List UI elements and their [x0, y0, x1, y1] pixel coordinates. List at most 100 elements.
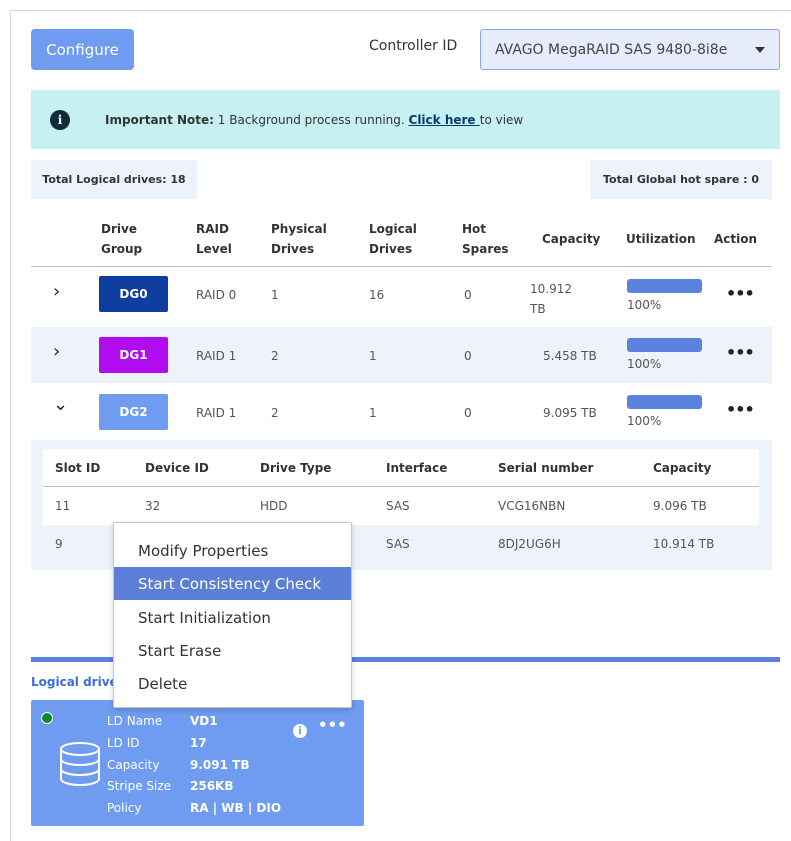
hot-spares: 0 [464, 288, 472, 302]
header-interface: Interface [386, 461, 448, 475]
ld-capacity-label: Capacity [107, 758, 160, 772]
configure-button[interactable]: Configure [31, 29, 134, 70]
serial-number: VCG16NBN [498, 499, 566, 513]
table-row: ⌄ DG2 RAID 1 2 1 0 9.095 TB 100% ••• [31, 384, 772, 440]
total-logical-drives: Total Logical drives: 18 [31, 160, 197, 199]
more-options-icon[interactable]: ••• [318, 716, 347, 734]
logical-drives-section-label: Logical drive [31, 675, 118, 689]
note-prefix: Important Note: [105, 112, 214, 127]
header-slot-id: Slot ID [55, 461, 101, 475]
logical-drive-card[interactable]: LD Name VD1 LD ID 17 Capacity 9.091 TB S… [31, 700, 364, 826]
database-icon [60, 742, 100, 787]
important-note-banner: i Important Note: 1 Background process r… [31, 90, 780, 149]
ld-name-value: VD1 [190, 714, 218, 728]
logical-drives: 16 [369, 288, 385, 302]
header-logical-drives: Logical Drives [369, 219, 417, 259]
capacity: 10.914 TB [653, 537, 715, 551]
info-icon: i [50, 109, 70, 130]
drive-group-badge[interactable]: DG1 [99, 337, 168, 373]
capacity: 9.095 TB [543, 406, 597, 420]
chevron-down-icon[interactable]: ⌄ [53, 394, 68, 415]
sub-table-header: Slot ID Device ID Drive Type Interface S… [43, 449, 759, 487]
chevron-right-icon[interactable]: › [53, 281, 60, 302]
utilization-bar [627, 279, 702, 293]
more-options-icon[interactable]: ••• [726, 400, 755, 419]
header-sub-capacity: Capacity [653, 461, 712, 475]
menu-item-start-initialization[interactable]: Start Initialization [114, 601, 351, 634]
capacity-unit: TB [530, 302, 546, 316]
interface: SAS [386, 499, 410, 513]
header-drive-group-line2: Group [101, 242, 143, 256]
utilization-text: 100% [627, 357, 662, 371]
drive-group-badge[interactable]: DG2 [99, 394, 168, 430]
header-drive-group-line1: Drive [101, 222, 137, 236]
header-physical-drives: Physical Drives [271, 219, 327, 259]
caret-down-icon [755, 47, 765, 53]
ld-stripe-value: 256KB [190, 779, 234, 793]
drive-group-badge[interactable]: DG0 [99, 276, 168, 312]
menu-item-delete[interactable]: Delete [114, 667, 351, 700]
hot-spares: 0 [464, 349, 472, 363]
header-raid-level: RAID Level [196, 219, 232, 259]
header-hot-spares: Hot Spares [462, 219, 509, 259]
header-drive-group: Drive Group [101, 219, 142, 259]
interface: SAS [386, 537, 410, 551]
raid-level: RAID 1 [196, 349, 237, 363]
header-physical-line1: Physical [271, 222, 327, 236]
chevron-right-icon[interactable]: › [53, 341, 60, 362]
ld-stripe-label: Stripe Size [107, 779, 172, 793]
raid-level: RAID 1 [196, 406, 237, 420]
menu-item-modify-properties[interactable]: Modify Properties [114, 534, 351, 567]
header-serial-number: Serial number [498, 461, 594, 475]
info-icon[interactable]: i [293, 724, 307, 738]
raid-level: RAID 0 [196, 288, 237, 302]
header-logical-line2: Drives [369, 242, 413, 256]
controller-id-label: Controller ID [369, 38, 458, 54]
header-logical-line1: Logical [369, 222, 417, 236]
header-drive-type: Drive Type [260, 461, 332, 475]
header-device-id: Device ID [145, 461, 209, 475]
capacity: 5.458 TB [543, 349, 597, 363]
note-text: Important Note: 1 Background process run… [105, 113, 523, 127]
menu-item-start-consistency-check[interactable]: Start Consistency Check [114, 567, 351, 600]
controller-id-value: AVAGO MegaRAID SAS 9480-8i8e [495, 41, 728, 58]
capacity-value: 10.912 [530, 282, 572, 296]
status-online-icon [41, 712, 53, 724]
context-menu: Modify Properties Start Consistency Chec… [113, 522, 352, 708]
table-row: › DG1 RAID 1 2 1 0 5.458 TB 100% ••• [31, 327, 772, 383]
header-raid-level-line2: Level [196, 242, 232, 256]
controller-id-select[interactable]: AVAGO MegaRAID SAS 9480-8i8e [480, 29, 780, 70]
note-suffix: to view [479, 112, 524, 127]
physical-drives: 2 [271, 406, 279, 420]
header-utilization: Utilization [626, 232, 696, 246]
utilization-text: 100% [627, 298, 662, 312]
ld-id-value: 17 [190, 736, 207, 750]
more-options-icon[interactable]: ••• [726, 284, 755, 303]
menu-item-start-erase[interactable]: Start Erase [114, 634, 351, 667]
header-raid-level-line1: RAID [196, 222, 229, 236]
utilization-bar [627, 395, 702, 409]
capacity: 9.096 TB [653, 499, 707, 513]
note-body: 1 Background process running. [213, 112, 409, 127]
note-click-here-link[interactable]: Click here [409, 113, 480, 127]
header-action: Action [714, 232, 758, 246]
logical-drives: 1 [369, 406, 377, 420]
device-id: 32 [145, 499, 161, 513]
header-hot-line1: Hot [462, 222, 487, 236]
ld-policy-value: RA | WB | DIO [190, 801, 282, 815]
utilization-bar [627, 338, 702, 352]
table-row: 11 32 HDD SAS VCG16NBN 9.096 TB [43, 487, 759, 525]
serial-number: 8DJ2UG6H [498, 537, 561, 551]
header-hot-line2: Spares [462, 242, 509, 256]
slot-id: 9 [55, 537, 63, 551]
ld-policy-label: Policy [107, 801, 142, 815]
ld-capacity-value: 9.091 TB [190, 758, 250, 772]
ld-id-label: LD ID [107, 736, 140, 750]
header-physical-line2: Drives [271, 242, 315, 256]
ld-name-label: LD Name [107, 714, 163, 728]
table-row: › DG0 RAID 0 1 16 0 10.912 TB 100% ••• [31, 267, 772, 323]
header-capacity: Capacity [542, 232, 601, 246]
more-options-icon[interactable]: ••• [726, 343, 755, 362]
utilization-text: 100% [627, 414, 662, 428]
physical-drives: 2 [271, 349, 279, 363]
